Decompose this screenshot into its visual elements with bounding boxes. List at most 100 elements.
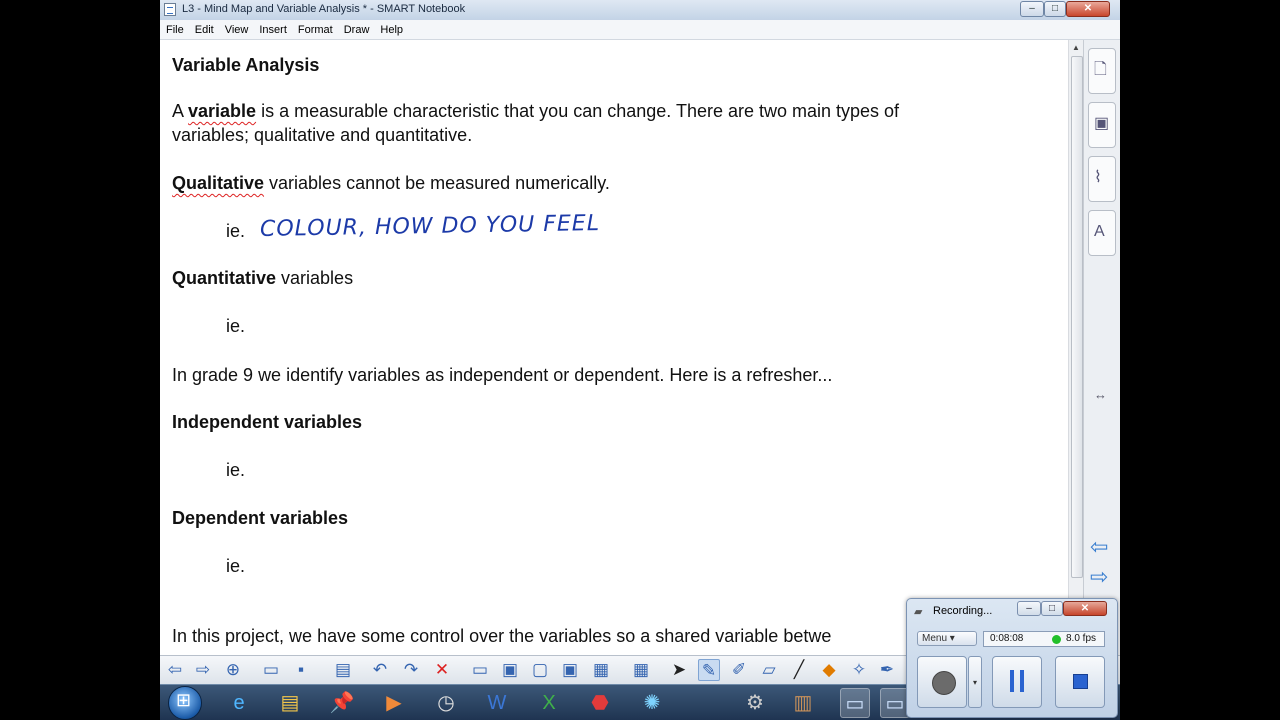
version-icon[interactable]: ⚙	[740, 688, 770, 718]
notebook-icon[interactable]: ▭	[840, 688, 870, 718]
record-icon	[932, 671, 956, 695]
paste-icon[interactable]: ▤	[332, 659, 354, 681]
start-button[interactable]	[168, 686, 202, 720]
magic-pen-icon[interactable]: ✧	[848, 659, 870, 681]
close-button[interactable]: ✕	[1066, 1, 1110, 17]
attachments-tab[interactable]: ⌇	[1088, 156, 1116, 202]
menu-format[interactable]: Format	[292, 21, 338, 36]
record-button[interactable]	[917, 656, 967, 708]
delete-icon[interactable]: ✕	[431, 659, 453, 681]
pause-icon	[1010, 670, 1024, 692]
menu-edit[interactable]: Edit	[189, 21, 219, 36]
maximize-button[interactable]: □	[1044, 1, 1066, 17]
resize-panel-icon[interactable]: ↔	[1094, 387, 1107, 402]
creative-pen-icon[interactable]: ✐	[728, 659, 750, 681]
scroll-thumb[interactable]	[1071, 56, 1083, 578]
smart-notebook-app-icon	[164, 3, 176, 16]
intro-line-1: A variable is a measurable characteristi…	[172, 101, 900, 121]
scroll-up-icon[interactable]: ▲	[1072, 43, 1080, 52]
capture-icon[interactable]: ▢	[529, 659, 551, 681]
recorder-title: Recording...	[933, 605, 993, 617]
recorder-widget: ▰ Recording... – □ ✕ Menu ▾ 0:08:08 8.0 …	[906, 598, 1118, 718]
acrobat-icon[interactable]: ⬣	[585, 688, 615, 718]
minimize-button[interactable]: –	[1020, 1, 1044, 17]
pin-icon[interactable]: 📌	[327, 688, 357, 718]
quantitative-ie: ie.	[226, 316, 246, 336]
explorer-icon[interactable]: ▤	[275, 688, 305, 718]
select-icon[interactable]: ➤	[668, 659, 690, 681]
line-icon[interactable]: ╱	[788, 659, 810, 681]
save-icon[interactable]: ▪	[290, 659, 312, 681]
handwritten-annotation[interactable]: COLOUR, HOW DO YOU FEEL	[260, 211, 600, 242]
table-icon[interactable]: ▦	[630, 659, 652, 681]
open-icon[interactable]: ▭	[260, 659, 282, 681]
clock-icon[interactable]: ◷	[431, 688, 461, 718]
recorder-maximize-button[interactable]: □	[1041, 601, 1063, 616]
record-options-dropdown[interactable]: ▾	[968, 656, 982, 708]
grade-nine-line: In grade 9 we identify variables as inde…	[172, 365, 833, 385]
attachments-icon: ⌇	[1094, 169, 1102, 186]
menu-bar: File Edit View Insert Format Draw Help	[160, 20, 1120, 40]
dependent-ie: ie.	[226, 556, 246, 576]
previous-page-icon[interactable]: ⇦	[1090, 534, 1108, 560]
menu-draw[interactable]: Draw	[338, 21, 375, 36]
network-icon[interactable]: ✺	[637, 688, 667, 718]
vertical-scrollbar[interactable]: ▲ ▼	[1068, 40, 1084, 655]
term-quantitative: Quantitative	[172, 268, 277, 288]
ie-icon[interactable]: e	[224, 688, 254, 718]
excel-icon[interactable]: X	[534, 688, 564, 718]
recording-status-indicator	[1052, 635, 1061, 644]
gallery-tab[interactable]: ▣	[1088, 102, 1116, 148]
display-icon[interactable]: ▣	[499, 659, 521, 681]
quantitative-line: Quantitative variables	[172, 268, 354, 288]
fill-icon[interactable]: ✒	[876, 659, 898, 681]
qualitative-ie: ie.	[226, 221, 246, 241]
menu-file[interactable]: File	[160, 21, 189, 36]
pause-button[interactable]	[992, 656, 1042, 708]
undo-icon[interactable]: ↶	[369, 659, 391, 681]
word-icon[interactable]: W	[482, 688, 512, 718]
books-icon[interactable]: ▥	[788, 688, 818, 718]
back-arrow-icon[interactable]: ⇦	[164, 659, 186, 681]
stop-button[interactable]	[1055, 656, 1105, 708]
forward-arrow-icon[interactable]: ⇨	[192, 659, 214, 681]
next-page-icon[interactable]: ⇨	[1090, 564, 1108, 590]
screen-capture-icon[interactable]: ▦	[590, 659, 612, 681]
page-sorter-tab[interactable]: 🗋	[1088, 48, 1116, 94]
media-player-icon[interactable]: ▶	[379, 688, 409, 718]
term-qualitative: Qualitative	[172, 173, 265, 193]
recorder-close-button[interactable]: ✕	[1063, 601, 1107, 616]
recorder-app-icon: ▰	[914, 606, 923, 618]
add-page-icon[interactable]: ⊕	[222, 659, 244, 681]
recording-status: 0:08:08 8.0 fps	[983, 631, 1105, 647]
recorder-menu-button[interactable]: Menu ▾	[917, 631, 977, 646]
independent-heading: Independent variables	[172, 412, 363, 432]
capture-area-icon[interactable]: ▣	[559, 659, 581, 681]
stop-icon	[1073, 674, 1088, 689]
menu-view[interactable]: View	[219, 21, 254, 36]
independent-ie: ie.	[226, 460, 246, 480]
frame-rate: 8.0 fps	[1066, 633, 1097, 644]
properties-tab[interactable]: A	[1088, 210, 1116, 256]
page-sorter-icon: 🗋	[1094, 61, 1107, 78]
pen-icon[interactable]: ✎	[698, 659, 720, 681]
page-heading: Variable Analysis	[172, 55, 320, 75]
shape-icon[interactable]: ◆	[818, 659, 840, 681]
project-line: In this project, we have some control ov…	[172, 626, 832, 646]
dependent-heading: Dependent variables	[172, 508, 349, 528]
term-variable: variable	[188, 101, 257, 121]
redo-icon[interactable]: ↷	[400, 659, 422, 681]
elapsed-time: 0:08:08	[990, 633, 1024, 644]
menu-insert[interactable]: Insert	[253, 21, 292, 36]
menu-help[interactable]: Help	[374, 21, 408, 36]
title-bar: L3 - Mind Map and Variable Analysis * - …	[160, 0, 1120, 21]
intro-line-2: variables; qualitative and quantitative.	[172, 125, 473, 145]
gallery-icon: ▣	[1094, 115, 1110, 132]
qualitative-line: Qualitative variables cannot be measured…	[172, 173, 610, 193]
notebook-page[interactable]: Variable Analysis A variable is a measur…	[160, 40, 1068, 655]
recorder-minimize-button[interactable]: –	[1017, 601, 1041, 616]
screen-shade-icon[interactable]: ▭	[469, 659, 491, 681]
window-title: L3 - Mind Map and Variable Analysis * - …	[182, 3, 466, 15]
properties-icon: A	[1094, 223, 1105, 240]
eraser-icon[interactable]: ▱	[758, 659, 780, 681]
